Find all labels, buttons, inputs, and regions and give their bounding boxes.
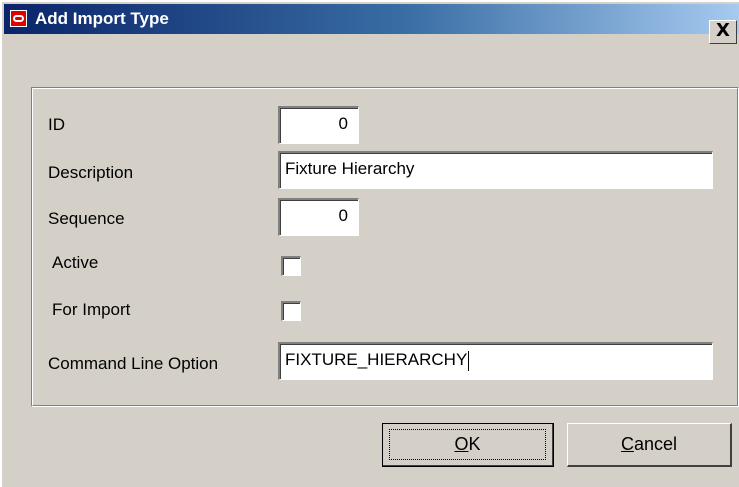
id-field[interactable]: 0 [278, 106, 359, 144]
command-line-option-value: FIXTURE_HIERARCHY [285, 350, 468, 369]
sequence-value: 0 [338, 206, 348, 225]
description-value: Fixture Hierarchy [285, 159, 415, 178]
sequence-label: Sequence [48, 209, 125, 228]
dialog-title: Add Import Type [35, 9, 169, 28]
dialog-window: Add Import Type X ID 0 Description Fixtu… [0, 0, 739, 487]
for-import-label: For Import [52, 300, 131, 319]
active-label: Active [52, 253, 99, 272]
cancel-button[interactable]: Cancel [567, 423, 732, 467]
active-checkbox[interactable] [281, 256, 301, 276]
id-label: ID [48, 115, 65, 134]
close-button[interactable]: X [709, 20, 737, 44]
for-import-checkbox[interactable] [281, 301, 301, 321]
command-line-option-label: Command Line Option [48, 354, 219, 373]
sequence-field[interactable]: 0 [278, 198, 359, 236]
title-bar[interactable]: Add Import Type [4, 4, 739, 34]
description-field[interactable]: Fixture Hierarchy [278, 151, 713, 189]
description-label: Description [48, 163, 134, 182]
id-value: 0 [338, 114, 348, 133]
close-icon: X [716, 20, 730, 41]
text-caret [468, 350, 470, 371]
cancel-label-rest: ancel [633, 434, 678, 454]
command-line-option-field[interactable]: FIXTURE_HIERARCHY [278, 342, 713, 380]
cancel-mnemonic: C [620, 434, 634, 454]
oracle-logo-icon [10, 10, 27, 27]
ok-button[interactable]: OK [382, 423, 554, 467]
